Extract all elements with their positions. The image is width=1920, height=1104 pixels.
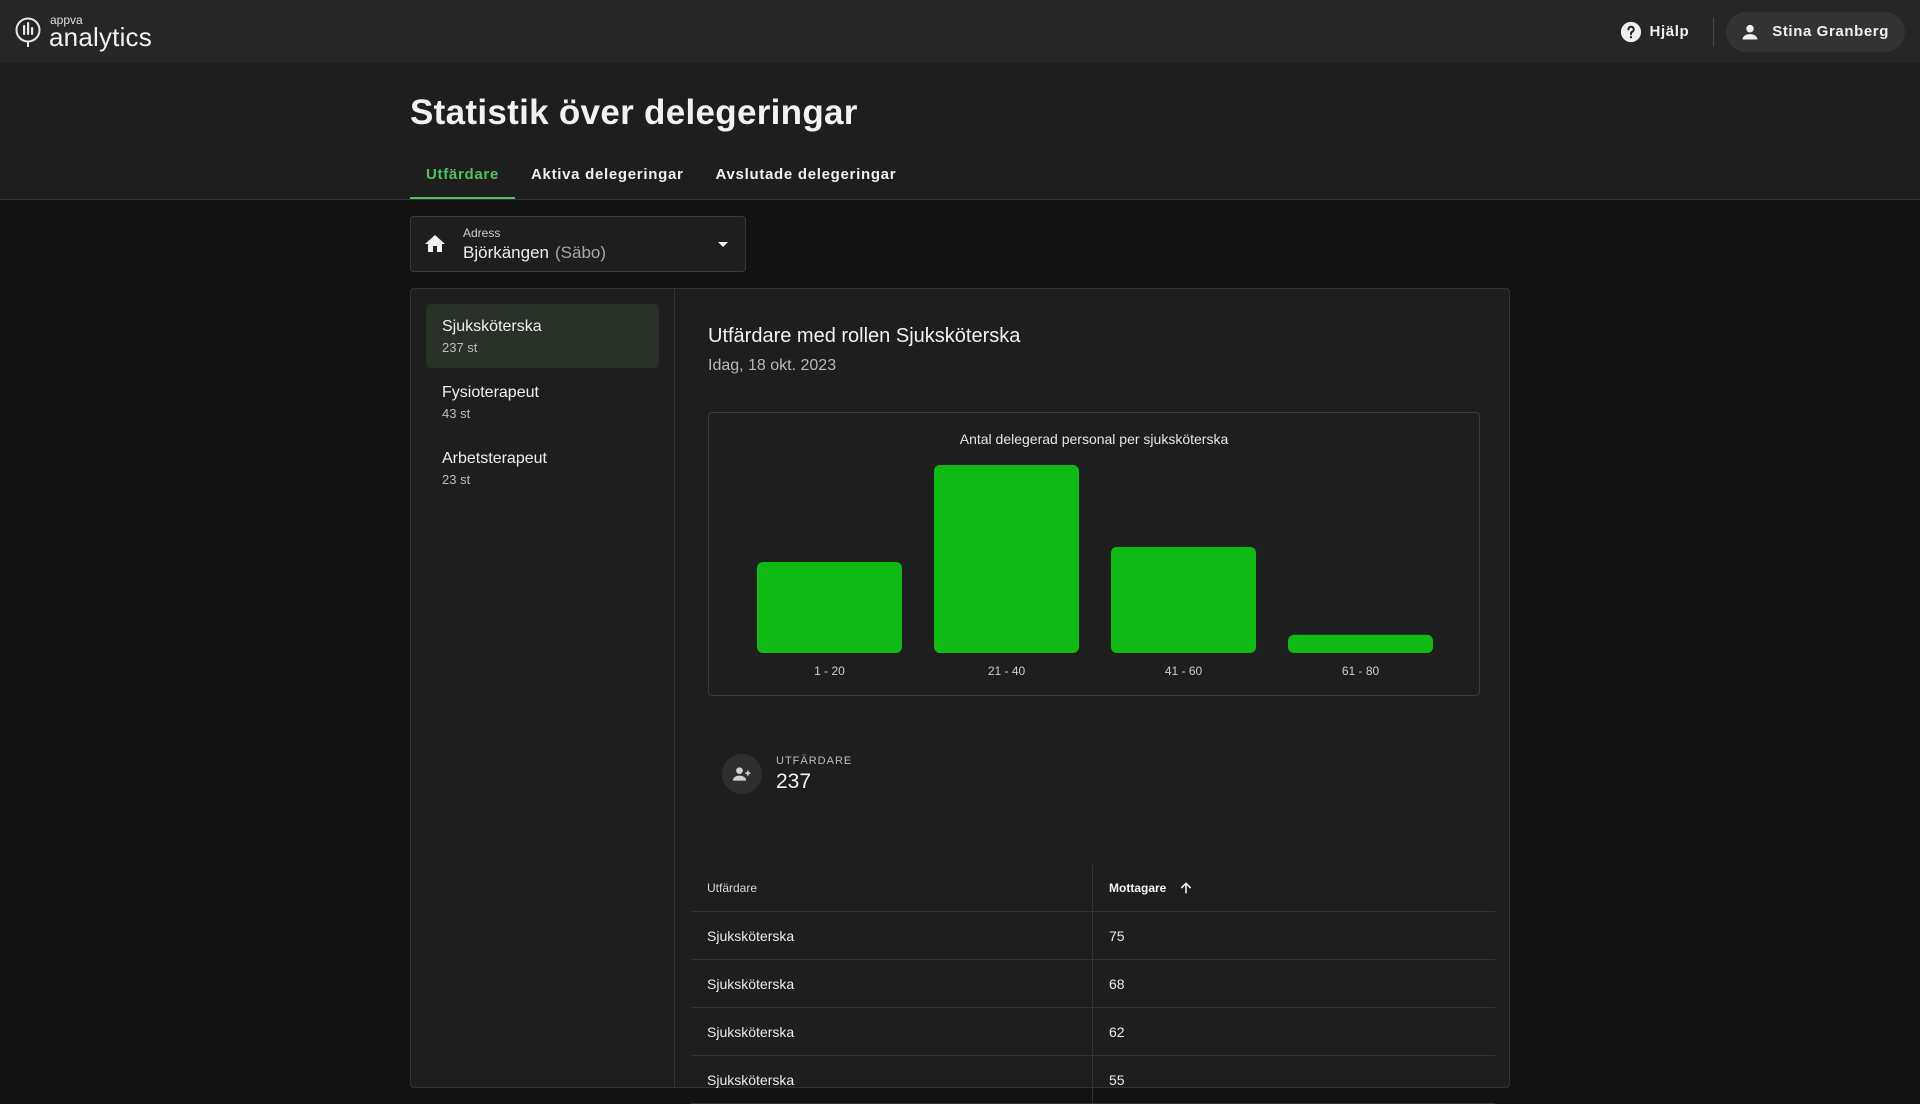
table-cell-utfardare: Sjuksköterska [691, 960, 1093, 1007]
toolbar-divider [1713, 17, 1715, 46]
chart-bar-1[interactable] [757, 562, 902, 653]
role-name: Arbetsterapeut [442, 450, 547, 467]
help-icon [1620, 21, 1641, 42]
page-title: Statistik över delegeringar [410, 93, 858, 132]
tab-utfardare[interactable]: Utfärdare [410, 151, 515, 199]
column-header-mottagare[interactable]: Mottagare [1093, 865, 1495, 911]
caret-down-icon [718, 242, 728, 247]
column-header-utfardare[interactable]: Utfärdare [691, 865, 1093, 911]
table-header: Utfärdare Mottagare [691, 865, 1495, 912]
address-value: Björkängen (Säbo) [463, 243, 711, 263]
role-list: Sjuksköterska 237 st Fysioterapeut 43 st… [411, 289, 675, 1087]
detail-date: Idag, 18 okt. 2023 [708, 357, 837, 374]
table-cell-mottagare: 75 [1109, 927, 1125, 944]
tab-bar: Utfärdare Aktiva delegeringar Avslutade … [410, 151, 912, 199]
role-count: 23 st [442, 472, 471, 487]
tab-aktiva-delegeringar[interactable]: Aktiva delegeringar [515, 151, 700, 199]
help-label: Hjälp [1649, 23, 1690, 40]
logo-icon [15, 17, 41, 47]
stat-value: 237 [776, 769, 812, 793]
user-menu-button[interactable]: Stina Granberg [1726, 11, 1905, 52]
home-icon [425, 235, 445, 252]
role-item-sjukskoterska[interactable]: Sjuksköterska 237 st [426, 304, 659, 368]
app-bar: appva analytics Hjälp Stina Granberg [0, 0, 1920, 63]
role-name: Fysioterapeut [442, 384, 539, 401]
role-count: 237 st [442, 340, 478, 355]
page-header: Statistik över delegeringar Utfärdare Ak… [0, 63, 1920, 200]
chart-tick-label: 1 - 20 [814, 664, 845, 678]
address-label: Adress [463, 225, 501, 240]
detail-title: Utfärdare med rollen Sjuksköterska [708, 325, 1021, 347]
column-header-label: Mottagare [1109, 881, 1167, 895]
chart-tick-label: 41 - 60 [1165, 664, 1203, 678]
table-cell-utfardare: Sjuksköterska [691, 1008, 1093, 1055]
role-count: 43 st [442, 406, 471, 421]
issuer-table: Utfärdare Mottagare Sjuksköterska 75 Sju… [691, 865, 1495, 1104]
table-row[interactable]: Sjuksköterska 68 [691, 960, 1495, 1008]
user-name: Stina Granberg [1772, 23, 1889, 40]
person-add-icon [732, 767, 751, 781]
address-type: (Säbo) [555, 242, 607, 262]
logo[interactable]: appva analytics [15, 14, 152, 50]
table-row[interactable]: Sjuksköterska 62 [691, 1008, 1495, 1056]
table-row[interactable]: Sjuksköterska 55 [691, 1056, 1495, 1104]
logo-brand-big: analytics [49, 21, 152, 52]
chart-bar-4[interactable] [1288, 634, 1433, 653]
stat-icon-wrap [722, 754, 762, 794]
address-name: Björkängen [463, 242, 550, 262]
chart-bar-3[interactable] [1111, 546, 1256, 653]
role-item-arbetsterapeut[interactable]: Arbetsterapeut 23 st [426, 436, 659, 500]
table-cell-mottagare: 62 [1109, 1023, 1125, 1040]
chart-container: Antal delegerad personal per sjuksköters… [708, 412, 1480, 696]
chart-bar-2[interactable] [934, 465, 1079, 653]
column-header-label: Utfärdare [707, 881, 758, 895]
help-button[interactable]: Hjälp [1608, 12, 1702, 52]
sort-ascending-icon[interactable] [1178, 880, 1194, 896]
issuer-stat: UTFÄRDARE 237 [722, 754, 852, 794]
bar-chart: 1 - 20 21 - 40 41 - 60 61 - 80 [757, 465, 1433, 678]
chart-tick-label: 21 - 40 [988, 664, 1026, 678]
table-row[interactable]: Sjuksköterska 75 [691, 912, 1495, 960]
person-icon [1742, 24, 1758, 39]
role-item-fysioterapeut[interactable]: Fysioterapeut 43 st [426, 370, 659, 434]
stat-label: UTFÄRDARE [776, 754, 853, 767]
role-name: Sjuksköterska [442, 318, 542, 335]
tab-avslutade-delegeringar[interactable]: Avslutade delegeringar [700, 151, 913, 199]
table-cell-utfardare: Sjuksköterska [691, 912, 1093, 959]
role-detail: Utfärdare med rollen Sjuksköterska Idag,… [675, 289, 1511, 1104]
chart-tick-label: 61 - 80 [1342, 664, 1380, 678]
table-cell-mottagare: 68 [1109, 975, 1125, 992]
statistics-card: Sjuksköterska 237 st Fysioterapeut 43 st… [410, 288, 1511, 1104]
address-select[interactable]: Adress Björkängen (Säbo) [410, 216, 746, 272]
